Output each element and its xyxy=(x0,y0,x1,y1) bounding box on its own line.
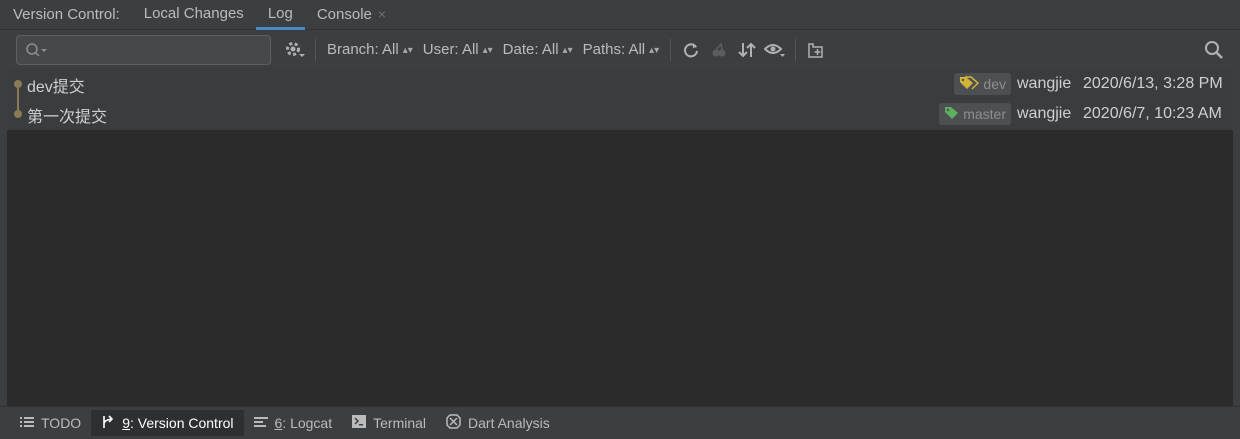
commit-message: dev提交 xyxy=(27,79,85,96)
user-filter[interactable]: User: All ▴▾ xyxy=(423,41,493,58)
list-icon xyxy=(20,415,41,431)
filter-label: Paths: All xyxy=(582,41,646,58)
left-border xyxy=(0,69,7,406)
tool-button-label: : Version Control xyxy=(130,415,234,431)
branch-filter[interactable]: Branch: All ▴▾ xyxy=(327,41,413,58)
commit-row[interactable]: dev提交 dev wangjie 2020/6/13, 3:28 PM xyxy=(7,69,1233,99)
branch-label: dev xyxy=(954,73,1011,95)
dropdown-arrows-icon: ▴▾ xyxy=(482,45,493,56)
tab-label: Local Changes xyxy=(143,4,244,22)
search-input[interactable] xyxy=(16,34,271,65)
commit-graph-node xyxy=(14,110,22,118)
cherry-pick-icon[interactable] xyxy=(705,36,733,64)
settings-gear-icon[interactable] xyxy=(281,36,309,64)
branch-label-text: master xyxy=(963,106,1006,122)
toolbar-separator xyxy=(795,38,797,61)
commit-row[interactable]: 第一次提交 master wangjie 2020/6/7, 10:23 AM xyxy=(7,99,1233,129)
commit-date: 2020/6/13, 3:28 PM xyxy=(1083,75,1223,92)
tab-console[interactable]: Console × xyxy=(305,0,398,30)
commit-list[interactable]: dev提交 dev wangjie 2020/6/13, 3:28 PM 第一次… xyxy=(7,69,1233,406)
tool-button-shortcut: 9 xyxy=(122,415,130,431)
version-control-tool-button[interactable]: 9: Version Control xyxy=(91,410,244,436)
tool-window-bar: TODO 9: Version Control 6: Logcat Termin… xyxy=(0,406,1240,439)
paths-filter[interactable]: Paths: All ▴▾ xyxy=(583,41,660,58)
logcat-tool-button[interactable]: 6: Logcat xyxy=(244,410,343,436)
log-toolbar: Branch: All ▴▾ User: All ▴▾ Date: All ▴▾ Pa… xyxy=(0,31,1240,68)
terminal-icon xyxy=(352,415,373,431)
dropdown-arrows-icon: ▴▾ xyxy=(649,45,660,56)
filter-label: Date: All xyxy=(502,41,559,58)
branch-icon xyxy=(101,414,122,432)
tag-icon xyxy=(959,75,983,93)
dart-analysis-tool-button[interactable]: Dart Analysis xyxy=(436,410,560,436)
tab-strip: Version Control: Local Changes Log Conso… xyxy=(0,0,1240,30)
sort-arrows-icon[interactable] xyxy=(733,36,761,64)
terminal-tool-button[interactable]: Terminal xyxy=(342,410,436,436)
tool-button-label: TODO xyxy=(41,415,82,431)
version-control-window: Version Control: Local Changes Log Conso… xyxy=(0,0,1240,439)
search-icon[interactable] xyxy=(1200,36,1228,64)
commit-message: 第一次提交 xyxy=(27,109,108,126)
tool-button-label: Terminal xyxy=(373,415,427,431)
new-tab-icon[interactable] xyxy=(802,36,830,64)
eye-icon[interactable] xyxy=(761,36,789,64)
commit-details: master wangjie 2020/6/7, 10:23 AM xyxy=(939,99,1233,129)
logcat-icon xyxy=(253,415,275,431)
tag-icon xyxy=(944,106,963,123)
dropdown-arrows-icon: ▴▾ xyxy=(562,45,573,56)
commit-author: wangjie xyxy=(1017,105,1072,122)
commit-details: dev wangjie 2020/6/13, 3:28 PM xyxy=(954,69,1233,99)
tool-button-shortcut: 6 xyxy=(274,415,283,431)
branch-label: master xyxy=(939,103,1011,125)
branch-label-text: dev xyxy=(983,76,1006,92)
commit-author: wangjie xyxy=(1017,75,1072,92)
todo-tool-button[interactable]: TODO xyxy=(10,410,91,436)
refresh-icon[interactable] xyxy=(677,36,705,64)
tab-label: Log xyxy=(267,4,293,22)
date-filter[interactable]: Date: All ▴▾ xyxy=(503,41,573,58)
toolbar-separator xyxy=(315,38,316,61)
commit-graph-node xyxy=(14,80,22,88)
tool-button-label: : Logcat xyxy=(282,415,333,431)
dropdown-arrows-icon: ▴▾ xyxy=(402,45,413,56)
toolbar-separator xyxy=(670,38,672,61)
commit-date: 2020/6/7, 10:23 AM xyxy=(1083,105,1222,122)
close-icon[interactable]: × xyxy=(378,6,386,22)
dart-icon xyxy=(446,414,468,432)
tool-button-label: Dart Analysis xyxy=(468,415,550,431)
tab-label: Console xyxy=(316,5,372,23)
tab-local-changes[interactable]: Local Changes xyxy=(132,0,256,30)
tab-log[interactable]: Log xyxy=(255,0,305,30)
filter-label: User: All xyxy=(422,41,479,58)
commit-rows: dev提交 dev wangjie 2020/6/13, 3:28 PM 第一次… xyxy=(7,69,1233,130)
filter-label: Branch: All xyxy=(327,41,399,58)
tool-window-title: Version Control: xyxy=(13,6,120,23)
search-history-icon xyxy=(25,42,49,62)
